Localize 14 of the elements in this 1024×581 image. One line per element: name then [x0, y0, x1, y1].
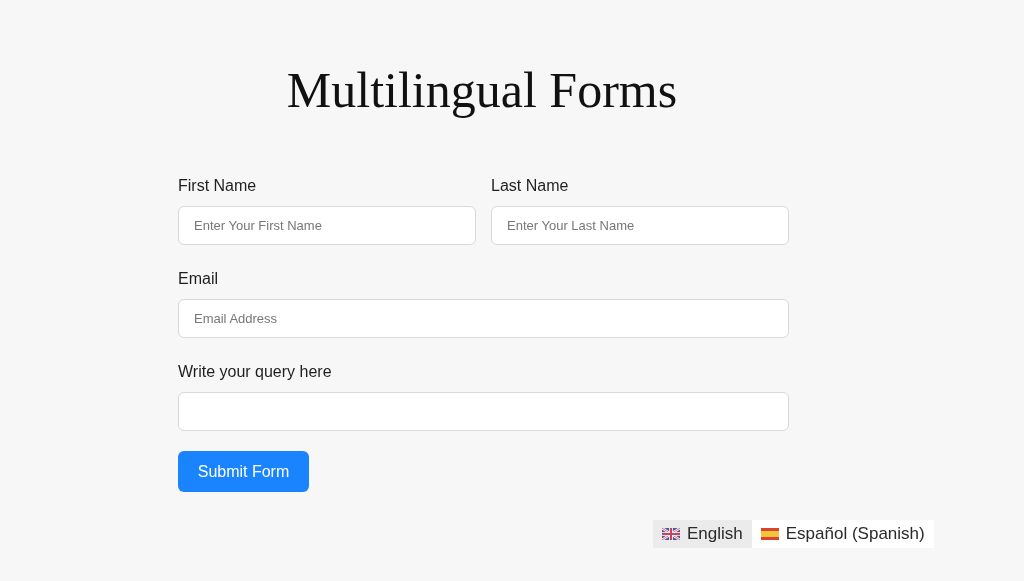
field-label: First Name [178, 176, 258, 196]
input-field[interactable] [178, 392, 789, 431]
field-label: Last Name [491, 176, 570, 196]
flag-icon [662, 528, 680, 540]
input-field[interactable]: Enter Your First Name [178, 206, 476, 245]
language-option[interactable]: Español (Spanish) [751, 520, 934, 548]
input-field[interactable]: Email Address [178, 299, 789, 338]
flag-icon [760, 528, 779, 540]
page-title: Multilingual Forms [286, 61, 678, 120]
submit-button[interactable]: Submit Form [178, 451, 309, 492]
field-label: Email [178, 269, 219, 289]
field-label: Write your query here [178, 362, 333, 382]
language-option[interactable]: English [653, 520, 752, 548]
input-field[interactable]: Enter Your Last Name [491, 206, 789, 245]
